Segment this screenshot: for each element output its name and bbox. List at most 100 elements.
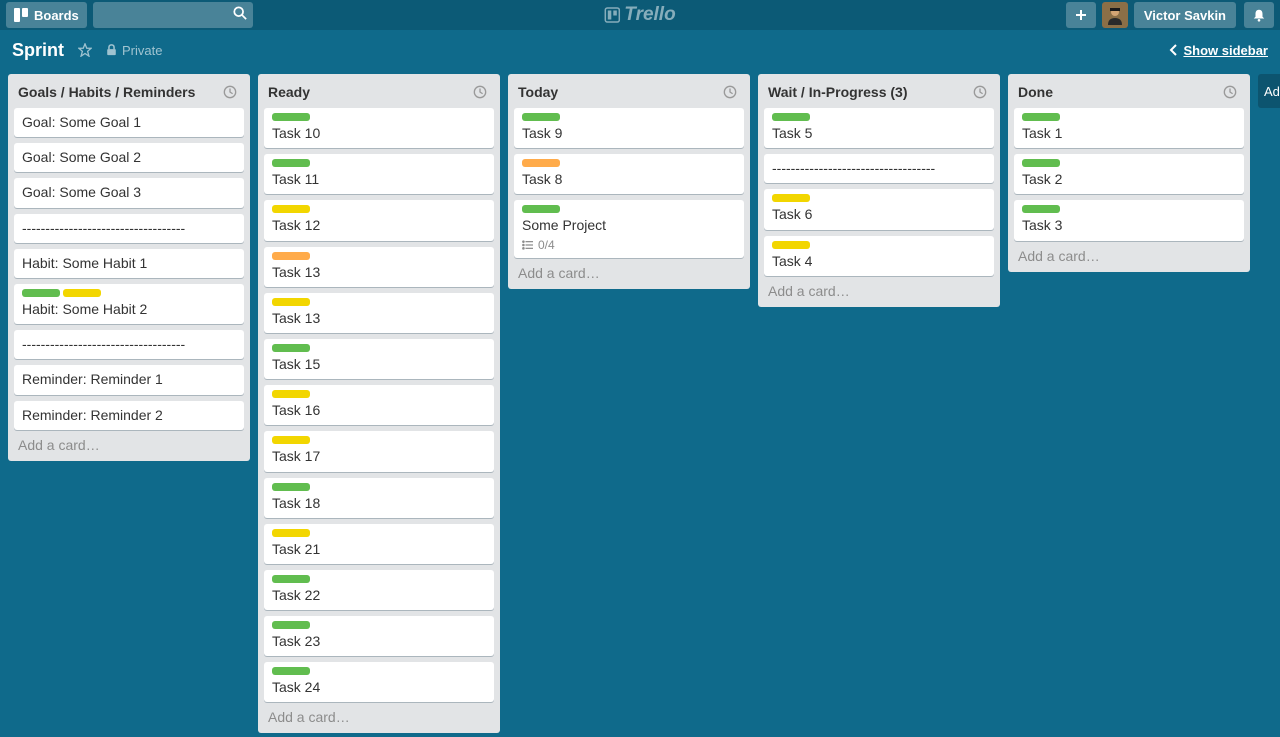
card[interactable]: Task 3 [1014, 200, 1244, 240]
card[interactable]: Task 13 [264, 247, 494, 287]
label-green [272, 483, 310, 491]
card[interactable]: Task 5 [764, 108, 994, 148]
show-sidebar-link[interactable]: Show sidebar [1169, 43, 1268, 58]
card-title: Task 22 [272, 586, 486, 604]
card-title: Habit: Some Habit 1 [22, 254, 236, 272]
notifications-button[interactable] [1244, 2, 1274, 28]
card[interactable]: Goal: Some Goal 1 [14, 108, 244, 137]
card[interactable]: Task 24 [264, 662, 494, 702]
board-name[interactable]: Sprint [12, 40, 64, 61]
card-title: Task 8 [522, 170, 736, 188]
label-yellow [272, 390, 310, 398]
label-green [272, 344, 310, 352]
label-green [1022, 205, 1060, 213]
card-labels [772, 241, 986, 249]
user-name: Victor Savkin [1144, 8, 1226, 23]
clock-icon [973, 85, 987, 99]
card-title: Task 4 [772, 252, 986, 270]
add-card-button[interactable]: Add a card… [264, 702, 494, 727]
card[interactable]: Task 4 [764, 236, 994, 276]
list-title[interactable]: Ready [268, 84, 470, 100]
card-title: ----------------------------------- [772, 159, 986, 177]
logo-icon [604, 7, 620, 23]
list-title[interactable]: Wait / In-Progress (3) [768, 84, 970, 100]
card[interactable]: Task 6 [764, 189, 994, 229]
card[interactable]: Task 10 [264, 108, 494, 148]
label-green [22, 289, 60, 297]
lock-icon [106, 44, 117, 56]
label-yellow [272, 298, 310, 306]
card-title: Goal: Some Goal 2 [22, 148, 236, 166]
card[interactable]: Task 11 [264, 154, 494, 194]
card[interactable]: Task 16 [264, 385, 494, 425]
card[interactable]: Task 8 [514, 154, 744, 194]
list-title[interactable]: Goals / Habits / Reminders [18, 84, 220, 100]
list: Wait / In-Progress (3) Task 5 ------------… [758, 74, 1000, 307]
card[interactable]: Task 17 [264, 431, 494, 471]
card-title: Task 24 [272, 678, 486, 696]
add-card-button[interactable]: Add a card… [14, 430, 244, 455]
card[interactable]: ----------------------------------- [764, 154, 994, 183]
card[interactable]: Task 15 [264, 339, 494, 379]
card[interactable]: Goal: Some Goal 3 [14, 178, 244, 207]
app-logo[interactable]: Trello [604, 4, 675, 26]
list-menu-button[interactable] [470, 82, 490, 102]
label-green [1022, 113, 1060, 121]
list-header: Goals / Habits / Reminders [14, 80, 244, 108]
card[interactable]: Task 22 [264, 570, 494, 610]
card[interactable]: Task 1 [1014, 108, 1244, 148]
add-card-button[interactable]: Add a card… [1014, 241, 1244, 266]
card[interactable]: Reminder: Reminder 2 [14, 401, 244, 430]
list-menu-button[interactable] [720, 82, 740, 102]
card-title: Task 18 [272, 494, 486, 512]
card[interactable]: Task 9 [514, 108, 744, 148]
add-card-button[interactable]: Add a card… [764, 276, 994, 301]
list-menu-button[interactable] [220, 82, 240, 102]
user-menu-button[interactable]: Victor Savkin [1134, 2, 1236, 28]
card-labels [272, 575, 486, 583]
boards-button[interactable]: Boards [6, 2, 87, 28]
card[interactable]: Habit: Some Habit 2 [14, 284, 244, 324]
clock-icon [223, 85, 237, 99]
card-labels [272, 113, 486, 121]
card-title: Task 2 [1022, 170, 1236, 188]
list-title[interactable]: Today [518, 84, 720, 100]
clock-icon [473, 85, 487, 99]
list-menu-button[interactable] [1220, 82, 1240, 102]
label-green [1022, 159, 1060, 167]
card-title: Task 15 [272, 355, 486, 373]
cards-container: Task 1 Task 2 Task 3 [1014, 108, 1244, 241]
add-list-button[interactable]: Ad [1258, 74, 1280, 108]
card[interactable]: Reminder: Reminder 1 [14, 365, 244, 394]
card[interactable]: ----------------------------------- [14, 214, 244, 243]
card[interactable]: Task 2 [1014, 154, 1244, 194]
star-button[interactable] [78, 43, 92, 57]
card[interactable]: Task 13 [264, 293, 494, 333]
card-title: Habit: Some Habit 2 [22, 300, 236, 318]
card-labels [272, 344, 486, 352]
chevron-left-icon [1169, 44, 1179, 56]
card-title: ----------------------------------- [22, 335, 236, 353]
card[interactable]: Habit: Some Habit 1 [14, 249, 244, 278]
privacy-button[interactable]: Private [106, 43, 162, 58]
list-header: Wait / In-Progress (3) [764, 80, 994, 108]
list-title[interactable]: Done [1018, 84, 1220, 100]
search-input[interactable] [93, 2, 253, 28]
card[interactable]: Some Project0/4 [514, 200, 744, 257]
card[interactable]: Task 23 [264, 616, 494, 656]
card[interactable]: Task 21 [264, 524, 494, 564]
card[interactable]: Task 12 [264, 200, 494, 240]
list-menu-button[interactable] [970, 82, 990, 102]
card[interactable]: Task 18 [264, 478, 494, 518]
star-icon [78, 43, 92, 57]
card-title: Task 17 [272, 447, 486, 465]
card-title: Task 23 [272, 632, 486, 650]
card[interactable]: ----------------------------------- [14, 330, 244, 359]
add-card-button[interactable]: Add a card… [514, 258, 744, 283]
avatar[interactable] [1102, 2, 1128, 28]
plus-icon [1074, 8, 1088, 22]
create-button[interactable] [1066, 2, 1096, 28]
card[interactable]: Goal: Some Goal 2 [14, 143, 244, 172]
label-green [272, 575, 310, 583]
board-canvas: Goals / Habits / Reminders Goal: Some Goa… [0, 70, 1280, 737]
